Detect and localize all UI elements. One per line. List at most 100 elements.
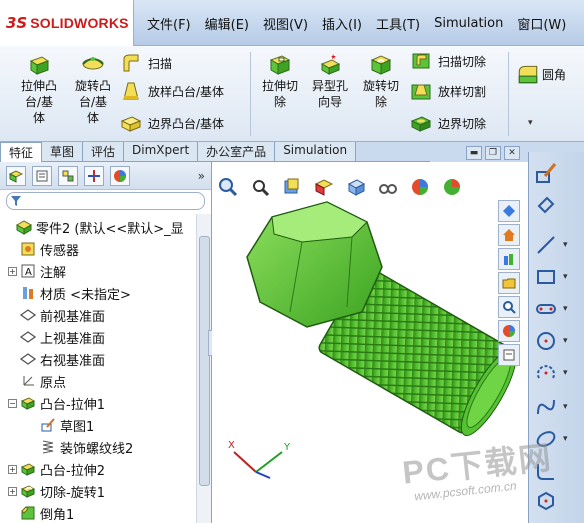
tree-item[interactable]: − 凸台-拉伸1 — [8, 392, 105, 414]
tree-expander-icon[interactable]: + — [8, 464, 17, 474]
property-manager-tab[interactable] — [32, 165, 52, 186]
configuration-manager-tab[interactable] — [58, 165, 78, 186]
feature-tree-tab[interactable] — [6, 165, 26, 186]
file-explorer-icon[interactable] — [498, 272, 520, 294]
appearance-icon[interactable] — [408, 175, 432, 199]
tab-sketch[interactable]: 草图 — [42, 142, 84, 161]
menu-view[interactable]: 视图(V) — [256, 14, 315, 33]
appearances-scenes-icon[interactable] — [498, 320, 520, 342]
line-dropdown-arrow[interactable]: ▾ — [563, 240, 568, 250]
tree-item-label: 前视基准面 — [40, 309, 106, 325]
scene-icon[interactable] — [440, 175, 464, 199]
minimize-button[interactable]: ▬ — [466, 146, 482, 160]
tree-item-label: 原点 — [40, 375, 67, 391]
heads-up-view-toolbar — [216, 172, 472, 202]
tree-item[interactable]: + 切除-旋转1 — [8, 480, 105, 502]
tab-dimxpert[interactable]: DimXpert — [124, 142, 199, 161]
ellipse-icon[interactable] — [533, 426, 559, 452]
revolve-cut-icon — [20, 483, 36, 499]
polygon-icon[interactable] — [533, 488, 559, 514]
feature-tree-filter[interactable] — [6, 192, 205, 210]
close-button[interactable]: ✕ — [504, 146, 520, 160]
tree-item[interactable]: 右视基准面 — [8, 348, 105, 370]
circle-icon[interactable] — [533, 328, 559, 354]
slot-dropdown-arrow[interactable]: ▾ — [563, 304, 568, 314]
ellipse-dropdown-arrow[interactable]: ▾ — [563, 434, 568, 444]
extrude-cut-button[interactable]: 拉伸切 除 — [256, 52, 304, 110]
fillet-dropdown-arrow[interactable]: ▾ — [528, 118, 533, 128]
swept-cut-label: 扫描切除 — [438, 54, 487, 69]
scrollbar-thumb[interactable] — [199, 236, 210, 486]
boundary-boss-button[interactable]: 边界凸台/基体 — [120, 110, 224, 136]
arc-dropdown-arrow[interactable]: ▾ — [563, 368, 568, 378]
tree-item[interactable]: 上视基准面 — [8, 326, 105, 348]
zoom-to-fit-icon[interactable] — [216, 175, 240, 199]
tree-item[interactable]: 前视基准面 — [8, 304, 105, 326]
solidworks-logo[interactable]: 3S SOLIDWORKS — [0, 0, 134, 46]
menu-tools[interactable]: 工具(T) — [369, 14, 427, 33]
design-library-icon[interactable] — [498, 248, 520, 270]
revolve-cut-button[interactable]: 旋转切 除 — [356, 52, 406, 110]
hole-wizard-button[interactable]: 异型孔 向导 — [306, 52, 354, 110]
tab-features[interactable]: 特征 — [0, 142, 43, 163]
rectangle-icon[interactable] — [533, 264, 559, 290]
tree-item[interactable]: 零件2 (默认<<默认>_显 — [4, 216, 184, 238]
extrude-cut-label: 拉伸切 除 — [261, 79, 298, 109]
more-tabs-icon[interactable]: » — [198, 169, 205, 183]
fillet-sketch-icon[interactable] — [533, 458, 559, 484]
rectangle-dropdown-arrow[interactable]: ▾ — [563, 272, 568, 282]
line-icon[interactable] — [533, 232, 559, 258]
tree-item-label: 凸台-拉伸2 — [40, 463, 105, 479]
spline-dropdown-arrow[interactable]: ▾ — [563, 402, 568, 412]
tree-item-label: 传感器 — [40, 243, 80, 259]
sketch-icon[interactable] — [533, 160, 559, 186]
feature-tree-scrollbar[interactable] — [196, 214, 211, 523]
smart-dimension-icon[interactable] — [533, 192, 559, 218]
previous-view-icon[interactable] — [280, 175, 304, 199]
tree-item[interactable]: + A 注解 — [8, 260, 66, 282]
menu-edit[interactable]: 编辑(E) — [198, 14, 256, 33]
graphics-window-controls: ▬ ❐ ✕ — [216, 145, 520, 161]
menu-simulation[interactable]: Simulation — [427, 16, 510, 31]
zoom-area-icon[interactable] — [248, 175, 272, 199]
slot-icon[interactable] — [533, 296, 559, 322]
boundary-boss-label: 边界凸台/基体 — [148, 116, 225, 131]
tree-item[interactable]: 原点 — [8, 370, 66, 392]
tree-item[interactable]: 草图1 — [28, 414, 94, 436]
menu-window[interactable]: 窗口(W) — [510, 14, 573, 33]
tree-item[interactable]: 倒角1 — [8, 502, 74, 523]
display-manager-tab[interactable] — [110, 165, 130, 186]
graphics-area[interactable]: X Y — [212, 162, 528, 523]
restore-button[interactable]: ❐ — [485, 146, 501, 160]
fillet-button[interactable]: 圆角 — [516, 54, 566, 94]
tree-item[interactable]: 传感器 — [8, 238, 79, 260]
boundary-cut-button[interactable]: 边界切除 — [410, 110, 486, 136]
tree-item[interactable]: + 凸台-拉伸2 — [8, 458, 105, 480]
sweep-button[interactable]: 扫描 — [120, 50, 172, 76]
tree-item[interactable]: 装饰螺纹线2 — [28, 436, 133, 458]
tree-item-label: 材质 <未指定> — [40, 287, 131, 303]
swept-cut-button[interactable]: 扫描切除 — [410, 48, 486, 74]
spline-icon[interactable] — [533, 394, 559, 420]
search-icon[interactable] — [498, 296, 520, 318]
view-orientation-icon[interactable] — [344, 175, 368, 199]
tree-item[interactable]: 材质 <未指定> — [8, 282, 131, 304]
home-icon[interactable] — [498, 224, 520, 246]
menu-file[interactable]: 文件(F) — [140, 14, 198, 33]
tree-expander-icon[interactable]: − — [8, 398, 17, 408]
menu-insert[interactable]: 插入(I) — [315, 14, 369, 33]
tab-evaluate[interactable]: 评估 — [83, 142, 125, 161]
lofted-cut-button[interactable]: 放样切割 — [410, 78, 486, 104]
tree-expander-icon[interactable]: + — [8, 486, 17, 496]
arc-icon[interactable] — [533, 360, 559, 386]
loft-boss-button[interactable]: 放样凸台/基体 — [120, 78, 224, 104]
circle-dropdown-arrow[interactable]: ▾ — [563, 336, 568, 346]
solidworks-resources-icon[interactable] — [498, 200, 520, 222]
extrude-boss-button[interactable]: 拉伸凸 台/基 体 — [14, 52, 64, 126]
dimxpert-manager-tab[interactable] — [84, 165, 104, 186]
custom-properties-icon[interactable] — [498, 344, 520, 366]
display-style-icon[interactable] — [376, 175, 400, 199]
revolve-boss-button[interactable]: 旋转凸 台/基 体 — [68, 52, 118, 126]
tree-expander-icon[interactable]: + — [8, 266, 17, 276]
section-view-icon[interactable] — [312, 175, 336, 199]
